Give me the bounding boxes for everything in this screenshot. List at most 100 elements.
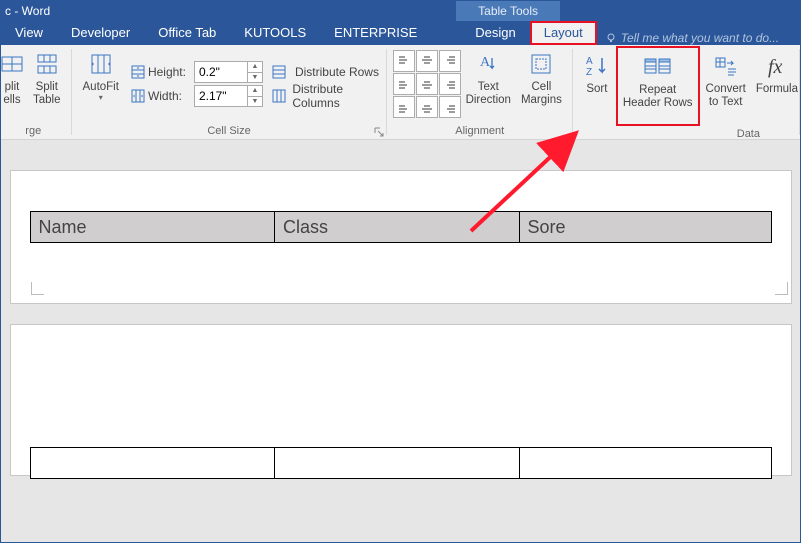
align-center-left-button[interactable]: [393, 73, 415, 95]
tab-office-tab[interactable]: Office Tab: [144, 21, 230, 45]
crop-mark-icon: [775, 282, 788, 295]
table-header-class[interactable]: Class: [275, 212, 520, 243]
svg-text:A: A: [480, 55, 491, 70]
group-data: AZ Sort Repeat Header Rows Convert to Te…: [573, 45, 800, 139]
align-bottom-center-button[interactable]: [416, 96, 438, 118]
distribute-controls: Distribute Rows Distribute Columns: [271, 61, 381, 107]
table-header-name[interactable]: Name: [30, 212, 275, 243]
width-row: Width: ▲ ▼: [128, 85, 263, 107]
ribbon: plit ells Split Table rge AutoFit: [1, 45, 800, 140]
cell-margins-button[interactable]: Cell Margins: [516, 45, 567, 123]
height-spinner[interactable]: ▲ ▼: [194, 61, 263, 83]
split-table-icon: [36, 49, 58, 79]
align-top-center-button[interactable]: [416, 50, 438, 72]
group-cell-size-label: Cell Size: [207, 123, 250, 139]
cell-margins-icon: [529, 49, 553, 79]
distribute-columns-button[interactable]: Distribute Columns: [271, 85, 381, 107]
width-spinner[interactable]: ▲ ▼: [194, 85, 263, 107]
formula-button[interactable]: fx Formula: [751, 47, 800, 125]
align-bottom-left-button[interactable]: [393, 96, 415, 118]
document-table-continued[interactable]: [30, 447, 772, 479]
distribute-columns-icon: [271, 88, 288, 104]
crop-mark-icon: [31, 282, 44, 295]
repeat-header-rows-icon: [644, 52, 672, 82]
autofit-dropdown-icon: ▾: [99, 93, 103, 102]
text-direction-button[interactable]: A Text Direction: [461, 45, 516, 123]
document-title: c - Word: [1, 4, 50, 18]
table-tools-context-tab: Table Tools: [456, 1, 560, 21]
align-top-right-button[interactable]: [439, 50, 461, 72]
distribute-rows-icon: [271, 64, 291, 80]
document-area[interactable]: Name Class Sore: [1, 140, 800, 543]
height-row: Height: ▲ ▼: [128, 61, 263, 83]
page-2: [10, 324, 792, 476]
width-input[interactable]: [195, 89, 247, 103]
tab-enterprise[interactable]: ENTERPRISE: [320, 21, 431, 45]
svg-text:Z: Z: [586, 67, 592, 78]
document-table[interactable]: Name Class Sore: [30, 211, 772, 243]
distribute-rows-label: Distribute Rows: [295, 65, 379, 79]
align-center-right-button[interactable]: [439, 73, 461, 95]
height-input[interactable]: [195, 65, 247, 79]
tab-kutools[interactable]: KUTOOLS: [230, 21, 320, 45]
split-cells-button[interactable]: plit ells: [1, 45, 28, 123]
title-bar: c - Word Table Tools: [1, 1, 800, 21]
cell-size-controls: Height: ▲ ▼ Width:: [128, 61, 263, 107]
tab-layout[interactable]: Layout: [530, 21, 597, 45]
distribute-rows-button[interactable]: Distribute Rows: [271, 61, 381, 83]
convert-to-text-button[interactable]: Convert to Text: [701, 47, 751, 125]
tab-view[interactable]: View: [1, 21, 57, 45]
alignment-grid: [393, 50, 461, 118]
width-down-button[interactable]: ▼: [248, 97, 262, 107]
svg-text:fx: fx: [768, 56, 783, 78]
height-down-button[interactable]: ▼: [248, 73, 262, 83]
group-alignment-label: Alignment: [455, 123, 504, 139]
height-up-button[interactable]: ▲: [248, 62, 262, 73]
split-table-label: Split Table: [33, 81, 61, 107]
svg-text:A: A: [586, 56, 593, 67]
sort-button[interactable]: AZ Sort: [579, 47, 615, 125]
table-header-row[interactable]: Name Class Sore: [30, 212, 771, 243]
group-alignment: A Text Direction Cell Margins Alignment: [387, 45, 573, 139]
cell-size-dialog-launcher[interactable]: [374, 127, 384, 137]
repeat-header-rows-label: Repeat Header Rows: [623, 84, 693, 110]
formula-icon: fx: [765, 51, 789, 81]
text-direction-label: Text Direction: [466, 81, 511, 107]
tell-me-placeholder: Tell me what you want to do...: [621, 31, 779, 45]
split-cells-icon: [1, 49, 23, 79]
table-header-sore[interactable]: Sore: [519, 212, 771, 243]
lightbulb-icon: [605, 32, 617, 44]
tab-design[interactable]: Design: [461, 21, 529, 45]
group-cell-size: AutoFit ▾ Height: ▲ ▼: [72, 45, 387, 139]
split-cells-label: plit ells: [3, 81, 20, 107]
align-top-left-button[interactable]: [393, 50, 415, 72]
convert-to-text-icon: [714, 51, 738, 81]
tell-me-search[interactable]: Tell me what you want to do...: [597, 31, 787, 45]
width-icon: [128, 88, 148, 104]
ribbon-tabstrip: View Developer Office Tab KUTOOLS ENTERP…: [1, 21, 800, 45]
text-direction-icon: A: [476, 49, 500, 79]
formula-label: Formula: [756, 83, 798, 96]
cell-margins-label: Cell Margins: [521, 81, 562, 107]
autofit-button[interactable]: AutoFit ▾: [78, 45, 124, 123]
repeat-header-rows-button[interactable]: Repeat Header Rows: [616, 46, 700, 126]
group-merge-label: rge: [25, 123, 41, 139]
distribute-columns-label: Distribute Columns: [292, 82, 380, 110]
group-merge: plit ells Split Table rge: [1, 45, 72, 139]
width-label: Width:: [148, 89, 194, 103]
group-data-label: Data: [737, 126, 760, 142]
word-window: c - Word Table Tools View Developer Offi…: [0, 0, 801, 543]
width-up-button[interactable]: ▲: [248, 86, 262, 97]
table-row[interactable]: [30, 448, 771, 479]
split-table-button[interactable]: Split Table: [28, 45, 66, 123]
align-center-center-button[interactable]: [416, 73, 438, 95]
align-bottom-right-button[interactable]: [439, 96, 461, 118]
height-icon: [128, 64, 148, 80]
sort-icon: AZ: [584, 51, 610, 81]
page-1: Name Class Sore: [10, 170, 792, 304]
autofit-icon: [89, 49, 113, 79]
height-label: Height:: [148, 65, 194, 79]
sort-label: Sort: [586, 83, 607, 96]
convert-to-text-label: Convert to Text: [706, 83, 746, 109]
tab-developer[interactable]: Developer: [57, 21, 144, 45]
